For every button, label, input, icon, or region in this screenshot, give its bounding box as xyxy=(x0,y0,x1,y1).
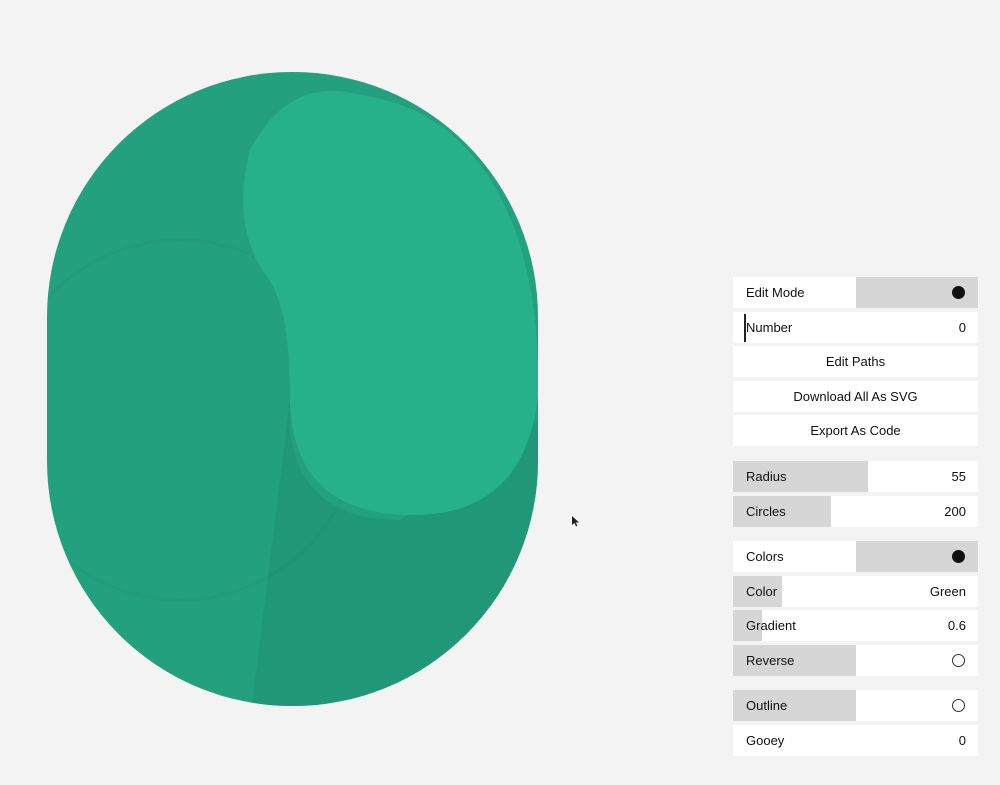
toggle-dot-icon xyxy=(952,699,965,712)
color-label: Color xyxy=(746,583,778,599)
gradient-label: Gradient xyxy=(746,618,796,633)
colors-label: Colors xyxy=(746,549,784,564)
radius-label: Radius xyxy=(746,469,787,484)
color-value: Green xyxy=(929,583,966,599)
number-value: 0 xyxy=(958,319,966,335)
circles-slider[interactable]: Circles 200 xyxy=(733,495,978,527)
number-label: Number xyxy=(746,319,793,335)
reverse-toggle[interactable]: Reverse xyxy=(733,644,978,676)
circles-value: 200 xyxy=(944,503,966,519)
export-code-button[interactable]: Export As Code xyxy=(733,415,978,446)
gradient-value: 0.6 xyxy=(947,618,966,633)
edit-mode-label: Edit Mode xyxy=(746,285,805,300)
gradient-slider[interactable]: Gradient 0.6 xyxy=(733,610,978,641)
reverse-label: Reverse xyxy=(746,652,795,668)
edit-paths-label: Edit Paths xyxy=(825,354,886,369)
mouse-pointer-icon xyxy=(572,516,579,527)
gooey-label: Gooey xyxy=(746,732,785,748)
edit-paths-button[interactable]: Edit Paths xyxy=(733,346,978,377)
gooey-value: 0 xyxy=(958,732,966,748)
gooey-field[interactable]: Gooey 0 xyxy=(733,724,978,756)
control-panel-effects: Outline Gooey 0 xyxy=(733,690,978,759)
colors-toggle[interactable]: Colors xyxy=(733,541,978,572)
control-panel-main: Edit Mode Number 0 Edit Paths Download A… xyxy=(733,277,978,450)
control-panel-shape: Radius 55 Circles 200 xyxy=(733,461,978,530)
control-panel-colors: Colors Color Green Gradient 0.6 Reverse xyxy=(733,541,978,679)
download-svg-label: Download All As SVG xyxy=(793,388,918,404)
toggle-dot-icon xyxy=(952,286,965,299)
export-code-label: Export As Code xyxy=(810,423,901,438)
edit-mode-toggle[interactable]: Edit Mode xyxy=(733,277,978,308)
outline-label: Outline xyxy=(746,698,788,713)
toggle-dot-icon xyxy=(952,550,965,563)
color-slider[interactable]: Color Green xyxy=(733,575,978,607)
radius-slider[interactable]: Radius 55 xyxy=(733,461,978,492)
circles-label: Circles xyxy=(746,503,786,519)
outline-toggle[interactable]: Outline xyxy=(733,690,978,721)
number-field[interactable]: Number 0 xyxy=(733,311,978,343)
toggle-dot-icon xyxy=(952,653,965,667)
download-svg-button[interactable]: Download All As SVG xyxy=(733,380,978,412)
radius-value: 55 xyxy=(951,469,966,484)
